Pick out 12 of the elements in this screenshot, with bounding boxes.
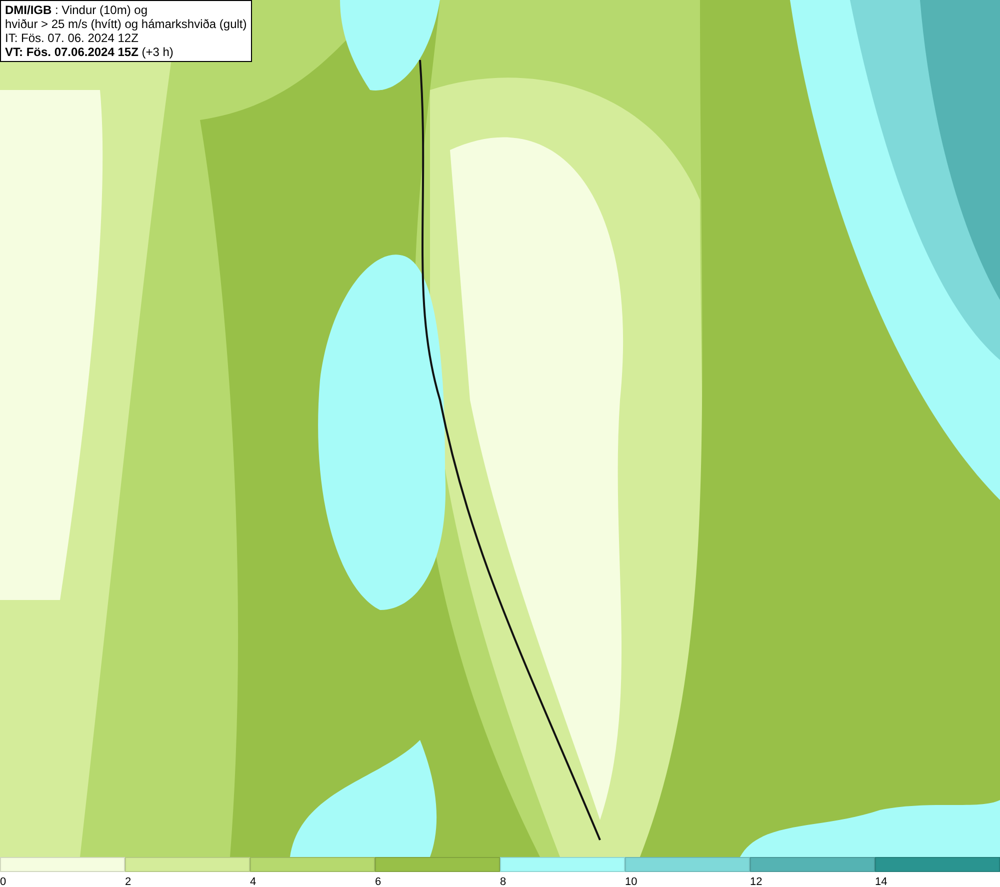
legend-label: 2: [125, 876, 132, 887]
title-line: VT: Fös. 07.06.2024 15Z (+3 h): [5, 45, 174, 59]
legend-label: 14: [875, 876, 888, 887]
legend-label: 0: [0, 876, 6, 887]
legend-label: 8: [500, 876, 506, 887]
title-line: IT: Fös. 07. 06. 2024 12Z: [5, 31, 140, 45]
legend-label: 6: [375, 876, 382, 887]
legend-label: 4: [250, 876, 256, 887]
title-line: DMI/IGB : Vindur (10m) og: [5, 3, 148, 17]
title-line: hviður > 25 m/s (hvítt) og hámarkshviða (gult): [5, 17, 247, 31]
legend-label: 10: [625, 876, 638, 887]
legend-label: 12: [750, 876, 762, 887]
